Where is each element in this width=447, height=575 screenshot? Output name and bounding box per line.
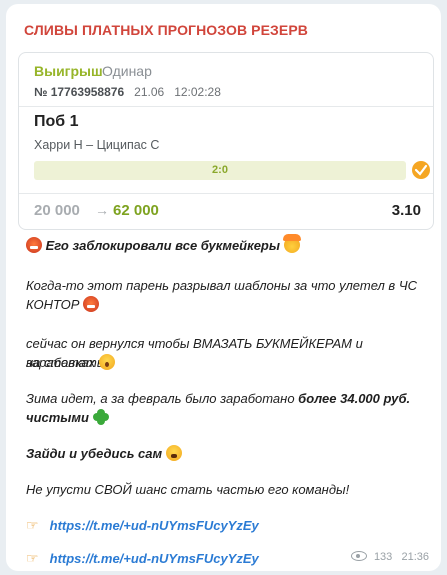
message-line: чистыми [26, 408, 109, 427]
message-line: Зайди и убедись сам [26, 444, 182, 463]
message-line: Зима идет, а за февраль было заработано … [26, 389, 410, 408]
message-text: Зима идет, а за февраль было заработано [26, 391, 299, 406]
bet-outcome: Поб 1 [34, 113, 79, 130]
message-bubble: СЛИВЫ ПЛАТНЫХ ПРОГНОЗОВ РЕЗЕРВ Выигрыш О… [6, 4, 441, 571]
bet-status: Выигрыш [34, 63, 103, 79]
win-check-icon [412, 161, 430, 179]
message-line: ☞ https://t.me/+ud-nUYmsFUcyYzEy [26, 516, 259, 535]
invite-link[interactable]: https://t.me/+ud-nUYmsFUcyYzEy [50, 518, 259, 533]
bet-id: № 17763958876 [34, 85, 125, 99]
arrow-right-icon: → [95, 202, 109, 218]
invite-link[interactable]: https://t.me/+ud-nUYmsFUcyYzEy [50, 551, 259, 566]
bet-date: 21.06 [134, 85, 165, 99]
bet-time: 12:02:28 [174, 85, 221, 99]
channel-name[interactable]: СЛИВЫ ПЛАТНЫХ ПРОГНОЗОВ РЕЗЕРВ [24, 22, 308, 38]
message-text: на ставках [26, 355, 96, 370]
bet-odds: 3.10 [391, 202, 421, 219]
bet-type: Одинар [102, 63, 152, 79]
message-line: ☞ https://t.me/+ud-nUYmsFUcyYzEy [26, 549, 259, 568]
message-line: на ставках [26, 353, 115, 372]
message-time: 21:36 [401, 551, 429, 563]
exploding-head-icon [282, 234, 301, 253]
score-bar: 2:0 [34, 161, 406, 180]
message-line: Не упусти СВОЙ шанс стать частью его ком… [26, 480, 349, 499]
message-line: Когда-то этот парень разрывал шаблоны за… [26, 276, 417, 295]
clover-icon [92, 409, 109, 425]
message-line: КОНТОР [26, 295, 100, 314]
message-text: Его заблокировали все букмейкеры [45, 238, 280, 253]
shocked-face-icon [165, 445, 182, 461]
message-text: Не упусти СВОЙ шанс стать частью его ком… [26, 482, 350, 497]
message-text: Когда-то этот парень разрывал шаблоны за… [26, 278, 417, 293]
message-meta: 133 21:36 [350, 551, 429, 563]
bet-id-row: № 17763958876 21.06 12:02:28 [34, 85, 221, 99]
bet-match: Харри Н – Циципас С [34, 138, 160, 152]
bet-payout: 62 000 [113, 202, 159, 219]
divider [19, 193, 433, 194]
pointing-hand-icon: ☞ [26, 517, 39, 533]
divider [19, 106, 433, 107]
score: 2:0 [212, 164, 228, 176]
angry-face-icon [26, 237, 42, 253]
surprised-face-icon [98, 354, 115, 370]
eye-icon [350, 551, 367, 561]
angry-face-icon [83, 296, 100, 312]
bet-stake: 20 000 [34, 202, 80, 219]
message-text-bold: чистыми [26, 410, 89, 425]
bet-card[interactable]: Выигрыш Одинар № 17763958876 21.06 12:02… [18, 52, 434, 230]
message-text-bold: Зайди и убедись сам [26, 446, 163, 461]
pointing-hand-icon: ☞ [26, 550, 39, 566]
view-count: 133 [373, 551, 393, 563]
message-text: КОНТОР [26, 297, 80, 312]
message-line: Его заблокировали все букмейкеры [26, 234, 301, 255]
message-text-bold: более 34.000 руб. [298, 391, 411, 406]
